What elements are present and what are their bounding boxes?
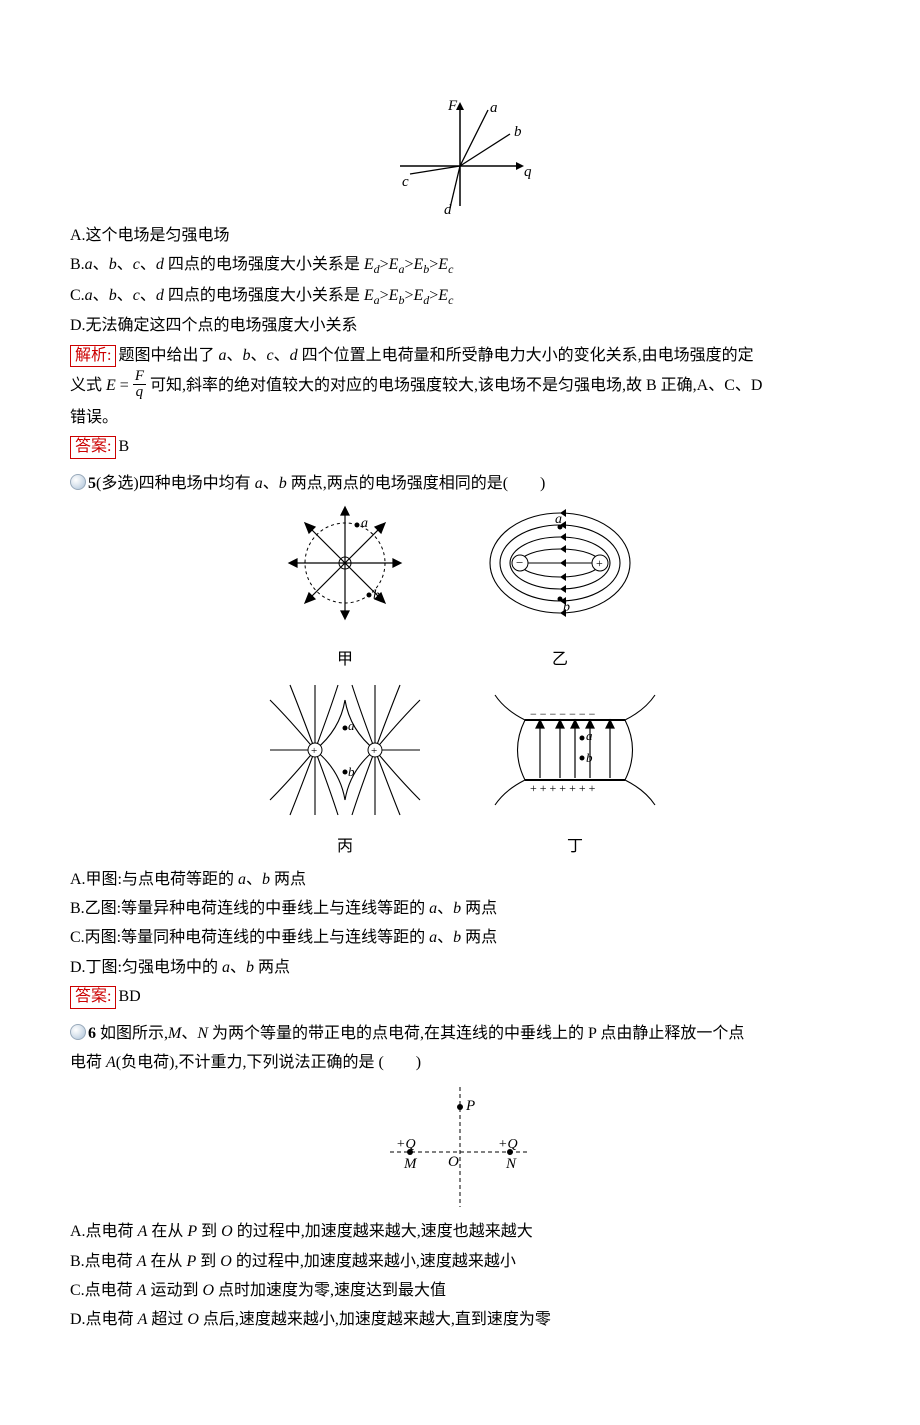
svg-text:+Q: +Q [396,1137,416,1152]
bullet-icon [70,1024,86,1040]
q6-svg: P +Q +Q M N O [360,1082,560,1212]
axis-q: q [524,164,532,180]
svg-text:−: − [516,555,523,570]
q6-option-b: B.点电荷 A 在从 P 到 O 的过程中,加速度越来越小,速度越来越小 [70,1248,850,1275]
q5-option-a: A.甲图:与点电荷等距的 a、b 两点 [70,866,850,893]
q5-figures-row1: + a b 甲 [70,503,850,673]
svg-text:b: b [373,588,380,603]
q5-stem: 5(多选)四种电场中均有 a、b 两点,两点的电场强度相同的是( ) [70,470,850,497]
q5-answer-value: BD [118,988,140,1005]
analysis-label: 解析: [70,345,116,368]
q4-option-b: B.a、b、c、d 四点的电场强度大小关系是 Ed>Ea>Eb>Ec [70,251,850,280]
line-d: d [444,202,452,216]
q4-analysis-line3: 错误。 [70,404,850,431]
q6-stem-line1: 6 如图所示,M、N 为两个等量的带正电的点电荷,在其连线的中垂线上的 P 点由… [70,1020,850,1047]
svg-text:+Q: +Q [498,1137,518,1152]
svg-text:+ + + + + + +: + + + + + + + [530,781,596,795]
svg-text:b: b [348,764,355,779]
svg-text:b: b [563,600,570,615]
q4-answer-value: B [118,438,129,455]
q5-caption-yi: 乙 [475,646,645,673]
line-b: b [514,124,522,140]
q4-option-a: A.这个电场是匀强电场 [70,222,850,249]
q5-fig-yi: − + a b [475,503,645,633]
svg-text:b: b [586,750,593,765]
svg-text:a: a [348,718,355,733]
q6-option-a: A.点电荷 A 在从 P 到 O 的过程中,加速度越来越大,速度也越来越大 [70,1218,850,1245]
q4-option-c: C.a、b、c、d 四点的电场强度大小关系是 Ea>Eb>Ed>Ec [70,282,850,311]
axis-F: F [447,98,458,114]
q5-option-b: B.乙图:等量异种电荷连线的中垂线上与连线等距的 a、b 两点 [70,895,850,922]
q5-caption-jia: 甲 [275,646,415,673]
answer-label: 答案: [70,986,116,1009]
q6-option-d: D.点电荷 A 超过 O 点后,速度越来越小,加速度越来越大,直到速度为零 [70,1306,850,1333]
svg-text:+: + [311,745,317,757]
q4-analysis-line2: 义式 E = Fq 可知,斜率的绝对值较大的对应的电场强度较大,该电场不是匀强电… [70,371,850,402]
q6-option-c: C.点电荷 A 运动到 O 点时加速度为零,速度达到最大值 [70,1277,850,1304]
q4-analysis: 解析:题图中给出了 a、b、c、d 四个位置上电荷量和所受静电力大小的变化关系,… [70,342,850,369]
bullet-icon [70,474,86,490]
q5-fig-ding: − − − − − − − + + + + + + + a b [490,680,660,820]
q6-stem-line2: 电荷 A(负电荷),不计重力,下列说法正确的是 ( ) [70,1049,850,1076]
q5-figures-row2: + + a b 丙 − − − − − − − + + + + + + + [70,680,850,860]
q5-fig-jia: + a b [275,503,415,633]
svg-text:+: + [371,745,377,757]
q5-caption-ding: 丁 [490,833,660,860]
svg-text:O: O [448,1154,459,1170]
svg-text:P: P [465,1098,475,1114]
q5-caption-bing: 丙 [260,833,430,860]
q5-option-c: C.丙图:等量同种电荷连线的中垂线上与连线等距的 a、b 两点 [70,924,850,951]
svg-text:− − − − − − −: − − − − − − − [530,707,596,721]
q4-option-d: D.无法确定这四个点的电场强度大小关系 [70,312,850,339]
q5-option-d: D.丁图:匀强电场中的 a、b 两点 [70,954,850,981]
q4-answer: 答案:B [70,433,850,460]
line-c: c [402,174,409,190]
q5-fig-bing: + + a b [260,680,430,820]
line-a: a [490,100,498,116]
q6-figure: P +Q +Q M N O [70,1082,850,1212]
fq-graph-svg: F a b q c d [380,96,540,216]
answer-label: 答案: [70,436,116,459]
svg-text:+: + [596,556,603,570]
svg-text:N: N [505,1156,517,1172]
svg-text:M: M [403,1156,418,1172]
svg-text:a: a [555,512,562,527]
q5-answer: 答案:BD [70,983,850,1010]
svg-text:a: a [361,516,368,531]
svg-text:a: a [586,728,593,743]
q4-figure: F a b q c d [70,96,850,216]
